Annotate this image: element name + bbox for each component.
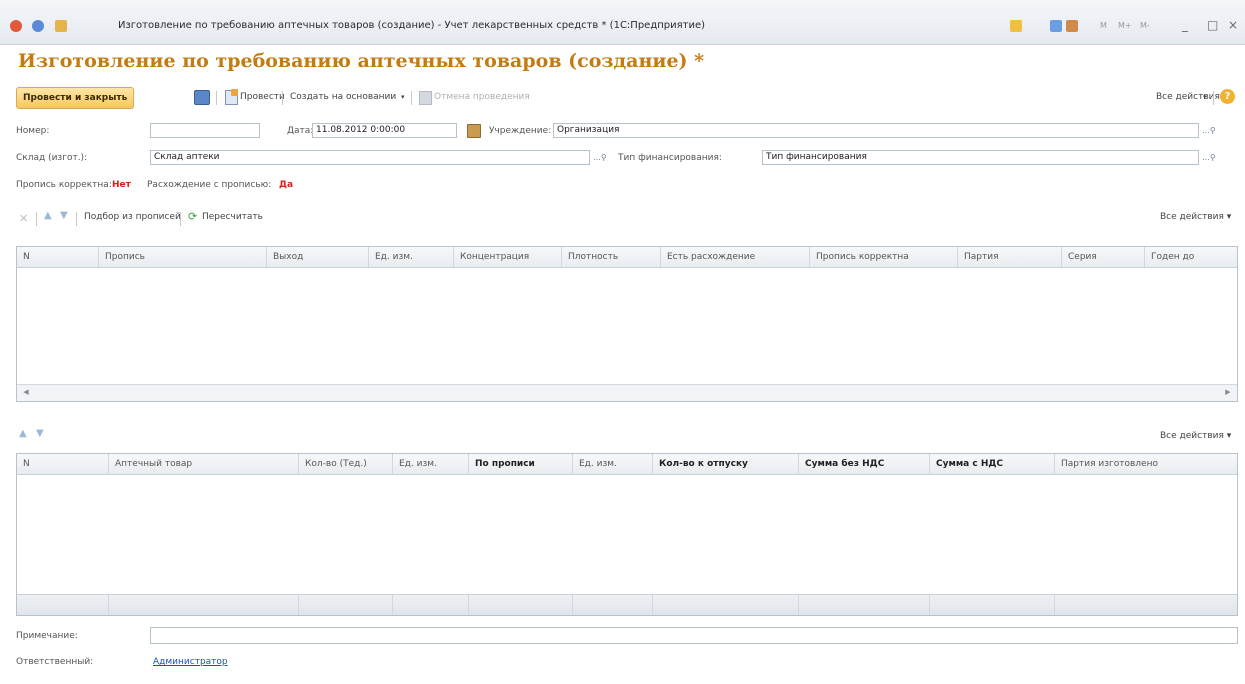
- memory-label[interactable]: M: [1100, 21, 1107, 30]
- move-down-icon[interactable]: ▼: [60, 210, 68, 221]
- app-logo-icon: [10, 20, 22, 32]
- column-header[interactable]: Ед. изм.: [573, 454, 653, 474]
- recipes-table: N Пропись Выход Ед. изм. Концентрация Пл…: [16, 246, 1238, 402]
- table-footer: [17, 594, 1237, 615]
- date-field[interactable]: 11.08.2012 0:00:00: [312, 123, 457, 138]
- create-based-on-button[interactable]: Создать на основании: [290, 92, 396, 102]
- column-header[interactable]: Сумма с НДС: [930, 454, 1055, 474]
- cancel-posting-button[interactable]: Отмена проведения: [434, 92, 530, 102]
- column-header[interactable]: Партия изготовлено: [1055, 454, 1237, 474]
- column-header[interactable]: По прописи: [469, 454, 573, 474]
- column-header[interactable]: N: [17, 454, 109, 474]
- chevron-down-icon[interactable]: ▾: [1227, 431, 1232, 441]
- column-header[interactable]: Пропись корректна: [810, 247, 958, 267]
- delete-icon[interactable]: ✕: [19, 212, 28, 225]
- calculator-icon[interactable]: [1050, 20, 1062, 32]
- responsible-link[interactable]: Администратор: [153, 657, 228, 667]
- post-and-close-button[interactable]: Провести и закрыть: [16, 87, 135, 109]
- move-down-icon[interactable]: ▼: [36, 428, 44, 439]
- column-header[interactable]: Плотность: [562, 247, 661, 267]
- memory-plus-label[interactable]: M+: [1118, 21, 1132, 30]
- window-title-bar: Изготовление по требованию аптечных това…: [0, 0, 1245, 45]
- table-header: N Пропись Выход Ед. изм. Концентрация Пл…: [17, 247, 1237, 268]
- column-header[interactable]: Годен до: [1145, 247, 1237, 267]
- column-header[interactable]: Кол-во (Тед.): [299, 454, 393, 474]
- search-icon[interactable]: ⚲: [601, 153, 607, 162]
- table2-all-actions-menu[interactable]: Все действия ▾: [1160, 431, 1231, 441]
- search-icon[interactable]: ⚲: [1210, 126, 1216, 135]
- all-actions-menu[interactable]: Все действия: [1156, 92, 1220, 102]
- post-doc-icon: [225, 89, 238, 105]
- recalculate-button[interactable]: Пересчитать: [202, 212, 263, 222]
- move-up-icon[interactable]: ▲: [19, 428, 27, 439]
- column-header[interactable]: Партия: [958, 247, 1062, 267]
- column-header[interactable]: Сумма без НДС: [799, 454, 930, 474]
- calendar-icon[interactable]: [1066, 20, 1078, 32]
- financing-select-button[interactable]: ...⚲: [1200, 150, 1218, 165]
- column-header[interactable]: Концентрация: [454, 247, 562, 267]
- help-icon[interactable]: ?: [1220, 89, 1235, 104]
- menu-icon[interactable]: [32, 20, 44, 32]
- minimize-button[interactable]: _: [1182, 18, 1188, 32]
- memory-minus-label[interactable]: M-: [1140, 21, 1150, 30]
- form-toolbar: Провести и закрыть Провести Создать на о…: [16, 83, 1241, 113]
- institution-label: Учреждение:: [489, 126, 552, 136]
- table1-all-actions-menu[interactable]: Все действия ▾: [1160, 212, 1231, 222]
- note-label: Примечание:: [16, 631, 78, 641]
- note-field[interactable]: [150, 627, 1238, 644]
- date-label: Дата:: [287, 126, 314, 136]
- column-header[interactable]: Ед. изм.: [393, 454, 469, 474]
- number-field[interactable]: [150, 123, 260, 138]
- refresh-icon: ⟳: [188, 210, 198, 223]
- pick-from-recipes-button[interactable]: Подбор из прописей: [84, 212, 181, 222]
- discrepancy-value: Да: [279, 180, 294, 190]
- scroll-left-icon[interactable]: ◀: [19, 387, 33, 398]
- post-button[interactable]: Провести: [240, 92, 285, 102]
- recipe-correct-label: Пропись корректна:: [16, 180, 112, 190]
- column-header[interactable]: Аптечный товар: [109, 454, 299, 474]
- chevron-down-icon[interactable]: ▾: [1203, 93, 1207, 101]
- discrepancy-label: Расхождение с прописью:: [147, 180, 272, 190]
- responsible-label: Ответственный:: [16, 657, 94, 667]
- warehouse-field[interactable]: Склад аптеки: [150, 150, 590, 165]
- calendar-icon[interactable]: [467, 124, 481, 138]
- financing-type-label: Тип финансирования:: [618, 153, 722, 163]
- institution-select-button[interactable]: ...⚲: [1200, 123, 1218, 138]
- horizontal-scrollbar[interactable]: ◀ ▶: [17, 384, 1237, 401]
- pharmacy-goods-table: N Аптечный товар Кол-во (Тед.) Ед. изм. …: [16, 453, 1238, 616]
- chevron-down-icon[interactable]: ▾: [1227, 212, 1232, 222]
- close-button[interactable]: ×: [1228, 18, 1238, 32]
- column-header[interactable]: N: [17, 247, 99, 267]
- table-header: N Аптечный товар Кол-во (Тед.) Ед. изм. …: [17, 454, 1237, 475]
- institution-field[interactable]: Организация: [553, 123, 1199, 138]
- move-up-icon[interactable]: ▲: [44, 210, 52, 221]
- warehouse-label: Склад (изгот.):: [16, 153, 88, 163]
- number-label: Номер:: [16, 126, 50, 136]
- cancel-posting-icon: [419, 91, 432, 105]
- warehouse-select-button[interactable]: ...⚲: [591, 150, 609, 165]
- column-header[interactable]: Пропись: [99, 247, 267, 267]
- maximize-button[interactable]: □: [1207, 18, 1218, 32]
- financing-type-field[interactable]: Тип финансирования: [762, 150, 1199, 165]
- column-header[interactable]: Выход: [267, 247, 369, 267]
- column-header[interactable]: Серия: [1062, 247, 1145, 267]
- search-icon[interactable]: ⚲: [1210, 153, 1216, 162]
- home-icon[interactable]: [55, 20, 67, 32]
- column-header[interactable]: Есть расхождение: [661, 247, 810, 267]
- save-icon[interactable]: [194, 90, 210, 105]
- page-title: Изготовление по требованию аптечных това…: [18, 50, 705, 72]
- chevron-down-icon[interactable]: ▾: [401, 93, 405, 101]
- column-header[interactable]: Кол-во к отпуску: [653, 454, 799, 474]
- recipe-correct-value: Нет: [112, 180, 131, 190]
- favorites-icon[interactable]: [1010, 20, 1022, 32]
- column-header[interactable]: Ед. изм.: [369, 247, 454, 267]
- window-title: Изготовление по требованию аптечных това…: [118, 20, 706, 31]
- scroll-right-icon[interactable]: ▶: [1221, 387, 1235, 398]
